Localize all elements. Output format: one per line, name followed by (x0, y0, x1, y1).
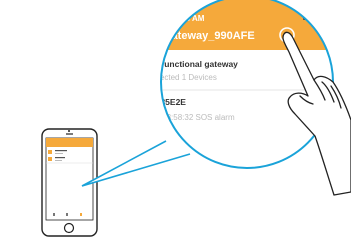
phone-tab-icon (80, 213, 82, 216)
phone-screen-row (55, 157, 65, 159)
phone-tab-icon (53, 213, 55, 216)
phone-camera (68, 130, 70, 132)
phone-tab-icon (66, 213, 68, 216)
device-name[interactable]: _635E2E (150, 97, 186, 107)
callout-pointer (81, 140, 191, 187)
phone-screen-header (46, 138, 93, 147)
app-header (161, 0, 333, 50)
gateway-title: rt Gateway_990AFE (152, 30, 255, 42)
phone-screen (45, 137, 94, 221)
phone-screen-row (48, 150, 52, 154)
phone-screen-row (48, 157, 52, 161)
phone-screen-row (55, 150, 67, 152)
phone-screen-row (55, 160, 62, 161)
phone-screen-row (55, 153, 63, 154)
home-button-icon (63, 222, 75, 234)
illustration-canvas: 8:58 AM rt Gateway_990AFE lti-functional… (41, 0, 351, 237)
device-event: 06:08:58:32 SOS alarm (151, 113, 235, 122)
callout-pointer-outline (81, 140, 191, 187)
